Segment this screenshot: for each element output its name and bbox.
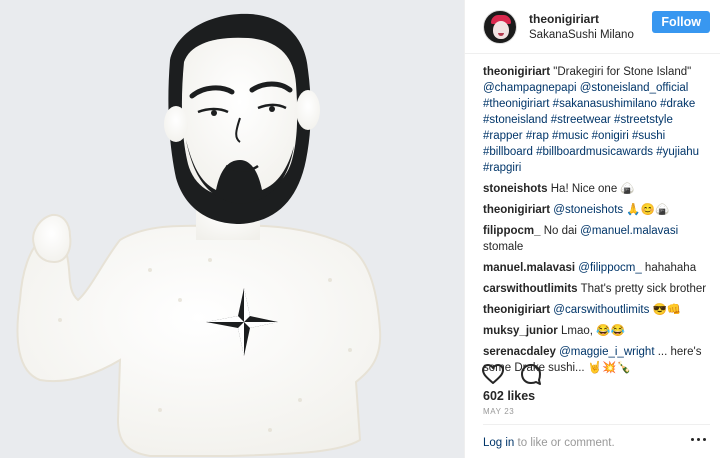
- avatar[interactable]: [483, 9, 517, 44]
- header-username[interactable]: theonigiriart: [529, 11, 652, 27]
- login-prompt: Log in to like or comment.: [483, 437, 615, 449]
- post-photo[interactable]: [0, 0, 464, 458]
- more-options-icon[interactable]: [691, 438, 706, 441]
- comment-mention[interactable]: @carswithoutlimits: [553, 304, 649, 316]
- divider: [483, 424, 710, 425]
- onigiri-drake-illustration: [0, 0, 464, 458]
- post-sidebar: theonigiriart SakanaSushi Milano Follow …: [464, 0, 720, 458]
- action-bar: [481, 362, 543, 386]
- comment-item: manuel.malavasi @filippocm_ hahahaha: [483, 260, 710, 276]
- comments-list: theonigiriart "Drakegiri for Stone Islan…: [483, 64, 710, 381]
- heart-icon[interactable]: [481, 362, 505, 386]
- comment-username[interactable]: serenacdaley: [483, 346, 556, 358]
- follow-button[interactable]: Follow: [652, 10, 710, 33]
- post-header: theonigiriart SakanaSushi Milano Follow: [465, 0, 720, 54]
- comment-mention[interactable]: @manuel.malavasi: [580, 225, 678, 237]
- comment-text: 😎👊: [652, 304, 682, 316]
- comment-mention[interactable]: @stoneishots: [553, 204, 623, 216]
- comment-username[interactable]: stoneishots: [483, 183, 548, 195]
- comment-username[interactable]: filippocm_: [483, 225, 541, 237]
- comment-username[interactable]: manuel.malavasi: [483, 262, 575, 274]
- comment-username[interactable]: theonigiriart: [483, 204, 550, 216]
- comment-username[interactable]: carswithoutlimits: [483, 283, 578, 295]
- comment-text: Lmao, 😂😂: [560, 325, 625, 337]
- comment-item: theonigiriart @carswithoutlimits 😎👊: [483, 302, 710, 318]
- comment-mention[interactable]: @maggie_i_wright: [559, 346, 654, 358]
- comment-item: stoneishots Ha! Nice one 🍙: [483, 181, 710, 197]
- comment-mention[interactable]: @filippocm_: [578, 262, 641, 274]
- comment-item: filippocm_ No dai @manuel.malavasi stoma…: [483, 223, 710, 255]
- comment-text: hahahaha: [644, 262, 697, 274]
- post-date: MAY 23: [483, 407, 515, 416]
- comment-item: theonigiriart @stoneishots 🙏😊🍙: [483, 202, 710, 218]
- comment-text: stomale: [483, 241, 524, 253]
- header-location[interactable]: SakanaSushi Milano: [529, 27, 652, 43]
- likes-count[interactable]: 602 likes: [483, 389, 535, 403]
- comment-text: That's pretty sick brother: [580, 283, 707, 295]
- caption: theonigiriart "Drakegiri for Stone Islan…: [483, 64, 710, 176]
- comment-item: carswithoutlimits That's pretty sick bro…: [483, 281, 710, 297]
- comment-username[interactable]: muksy_junior: [483, 325, 558, 337]
- comment-item: muksy_junior Lmao, 😂😂: [483, 323, 710, 339]
- caption-tags[interactable]: @champagnepapi @stoneisland_official #th…: [483, 82, 699, 174]
- comment-icon[interactable]: [519, 362, 543, 386]
- comment-username[interactable]: theonigiriart: [483, 304, 550, 316]
- header-text: theonigiriart SakanaSushi Milano: [529, 11, 652, 43]
- login-link[interactable]: Log in: [483, 437, 514, 449]
- comment-text: 🙏😊🍙: [626, 204, 670, 216]
- caption-text: "Drakegiri for Stone Island": [553, 66, 692, 78]
- login-text: to like or comment.: [517, 437, 615, 449]
- caption-username[interactable]: theonigiriart: [483, 66, 550, 78]
- comment-text: No dai: [543, 225, 577, 237]
- comment-text: Ha! Nice one 🍙: [550, 183, 635, 195]
- instagram-post: theonigiriart SakanaSushi Milano Follow …: [0, 0, 720, 458]
